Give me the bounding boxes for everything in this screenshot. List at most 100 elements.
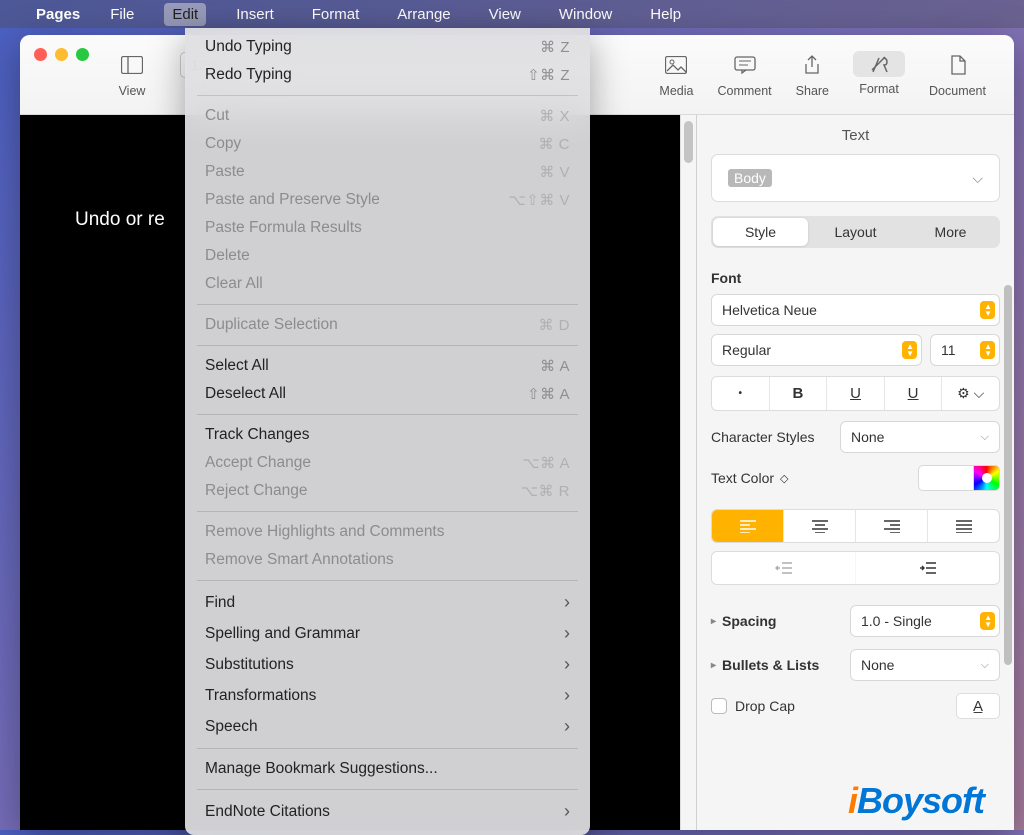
format-icon — [853, 51, 905, 77]
menu-item-select-all[interactable]: Select All⌘ A — [185, 352, 590, 380]
share-icon — [798, 51, 826, 79]
menu-item-paste-formula-results: Paste Formula Results — [185, 214, 590, 242]
spacing-disclosure[interactable]: ▸Spacing — [711, 613, 777, 629]
tab-style[interactable]: Style — [713, 218, 808, 246]
align-left-button[interactable] — [712, 510, 784, 542]
tab-layout[interactable]: Layout — [808, 218, 903, 246]
indent-strip — [711, 551, 1000, 585]
document-button[interactable]: Document — [917, 51, 998, 98]
color-wheel-icon[interactable] — [974, 465, 1000, 491]
indent-button[interactable] — [856, 552, 999, 584]
align-right-button[interactable] — [856, 510, 928, 542]
menu-item-paste-and-preserve-style: Paste and Preserve Style⌥⇧⌘ V — [185, 186, 590, 214]
align-center-button[interactable] — [784, 510, 856, 542]
media-label: Media — [659, 84, 693, 98]
comment-icon — [731, 51, 759, 79]
app-name[interactable]: Pages — [36, 6, 80, 23]
align-justify-button[interactable] — [928, 510, 999, 542]
minimize-button[interactable] — [55, 48, 68, 61]
comment-button[interactable]: Comment — [705, 51, 783, 98]
menu-item-paste: Paste⌘ V — [185, 158, 590, 186]
font-style-strip: • B U U ⚙︎ ⌵ — [711, 376, 1000, 411]
menu-item-duplicate-selection: Duplicate Selection⌘ D — [185, 311, 590, 339]
menu-item-remove-highlights-and-comments: Remove Highlights and Comments — [185, 518, 590, 546]
strikethrough-button[interactable]: U — [885, 377, 943, 410]
menu-item-deselect-all[interactable]: Deselect All⇧⌘ A — [185, 380, 590, 408]
menu-arrange[interactable]: Arrange — [389, 3, 458, 26]
char-styles-select[interactable]: None ⌵ — [840, 421, 1000, 453]
font-label: Font — [711, 270, 1000, 286]
comment-label: Comment — [717, 84, 771, 98]
menu-item-cut: Cut⌘ X — [185, 102, 590, 130]
bullets-select[interactable]: None ⌵ — [850, 649, 1000, 681]
bold-button[interactable]: B — [770, 377, 828, 410]
menu-item-redo-typing[interactable]: Redo Typing⇧⌘ Z — [185, 61, 590, 89]
menu-item-transformations[interactable]: Transformations› — [185, 680, 590, 711]
watermark-logo: iBoysoft — [848, 780, 984, 822]
text-align-strip — [711, 509, 1000, 543]
sidebar-icon — [118, 51, 146, 79]
menu-item-find[interactable]: Find› — [185, 587, 590, 618]
share-label: Share — [796, 84, 829, 98]
menu-item-speech[interactable]: Speech› — [185, 711, 590, 742]
view-button[interactable]: View — [106, 51, 158, 98]
document-label: Document — [929, 84, 986, 98]
menu-help[interactable]: Help — [642, 3, 689, 26]
menu-item-clear-all: Clear All — [185, 270, 590, 298]
menu-item-substitutions[interactable]: Substitutions› — [185, 649, 590, 680]
media-icon — [662, 51, 690, 79]
tab-more[interactable]: More — [903, 218, 998, 246]
menu-item-delete: Delete — [185, 242, 590, 270]
media-button[interactable]: Media — [647, 51, 705, 98]
format-inspector: Text Body ⌵ Style Layout More Font Helve… — [696, 115, 1014, 830]
menu-file[interactable]: File — [102, 3, 142, 26]
font-size-stepper[interactable]: 11 ▲▼ — [930, 334, 1000, 366]
menu-item-spelling-and-grammar[interactable]: Spelling and Grammar› — [185, 618, 590, 649]
outdent-button[interactable] — [712, 552, 856, 584]
dropcap-checkbox[interactable] — [711, 698, 727, 714]
menu-item-reject-change: Reject Change⌥⌘ R — [185, 477, 590, 505]
share-button[interactable]: Share — [784, 51, 841, 98]
menu-view[interactable]: View — [481, 3, 529, 26]
inspector-scrollbar[interactable] — [1004, 285, 1012, 665]
spacing-select[interactable]: 1.0 - Single ▲▼ — [850, 605, 1000, 637]
maximize-button[interactable] — [76, 48, 89, 61]
format-button[interactable]: Format — [841, 51, 917, 98]
subscript-button[interactable]: • — [712, 377, 770, 410]
text-color-picker[interactable] — [918, 465, 1000, 491]
close-button[interactable] — [34, 48, 47, 61]
paragraph-style-name: Body — [728, 169, 772, 187]
menu-item-remove-smart-annotations: Remove Smart Annotations — [185, 546, 590, 574]
color-swatch-box[interactable] — [918, 465, 974, 491]
canvas-text: Undo or re — [75, 209, 165, 231]
font-section: Font Helvetica Neue ▲▼ Regular ▲▼ 11 ▲▼ — [697, 270, 1014, 733]
bullets-disclosure[interactable]: ▸Bullets & Lists — [711, 657, 819, 673]
dropcap-style-button[interactable]: A̲ — [956, 693, 1000, 719]
document-icon — [944, 51, 972, 79]
dropcap-label: Drop Cap — [735, 698, 795, 714]
inspector-title: Text — [697, 115, 1014, 154]
menubar: Pages File Edit Insert Format Arrange Vi… — [0, 0, 1024, 28]
inspector-tabs: Style Layout More — [711, 216, 1000, 248]
format-label: Format — [859, 82, 899, 96]
menu-item-copy: Copy⌘ C — [185, 130, 590, 158]
menu-item-undo-typing[interactable]: Undo Typing⌘ Z — [185, 33, 590, 61]
chevron-down-icon: ⌵ — [972, 170, 983, 187]
menu-window[interactable]: Window — [551, 3, 620, 26]
paragraph-style-selector[interactable]: Body ⌵ — [711, 154, 1000, 202]
vertical-scrollbar[interactable] — [680, 115, 696, 830]
menu-item-track-changes[interactable]: Track Changes — [185, 421, 590, 449]
menu-edit[interactable]: Edit — [164, 3, 206, 26]
menu-insert[interactable]: Insert — [228, 3, 282, 26]
menu-format[interactable]: Format — [304, 3, 368, 26]
traffic-lights — [34, 48, 89, 61]
view-label: View — [119, 84, 146, 98]
edit-menu-dropdown: Undo Typing⌘ ZRedo Typing⇧⌘ Z Cut⌘ XCopy⌘… — [185, 28, 590, 835]
menu-item-endnote-citations[interactable]: EndNote Citations› — [185, 796, 590, 827]
font-family-select[interactable]: Helvetica Neue ▲▼ — [711, 294, 1000, 326]
font-weight-select[interactable]: Regular ▲▼ — [711, 334, 922, 366]
menu-item-manage-bookmark-suggestions-[interactable]: Manage Bookmark Suggestions... — [185, 755, 590, 783]
menu-item-accept-change: Accept Change⌥⌘ A — [185, 449, 590, 477]
font-advanced-button[interactable]: ⚙︎ ⌵ — [942, 377, 999, 410]
underline-button[interactable]: U — [827, 377, 885, 410]
